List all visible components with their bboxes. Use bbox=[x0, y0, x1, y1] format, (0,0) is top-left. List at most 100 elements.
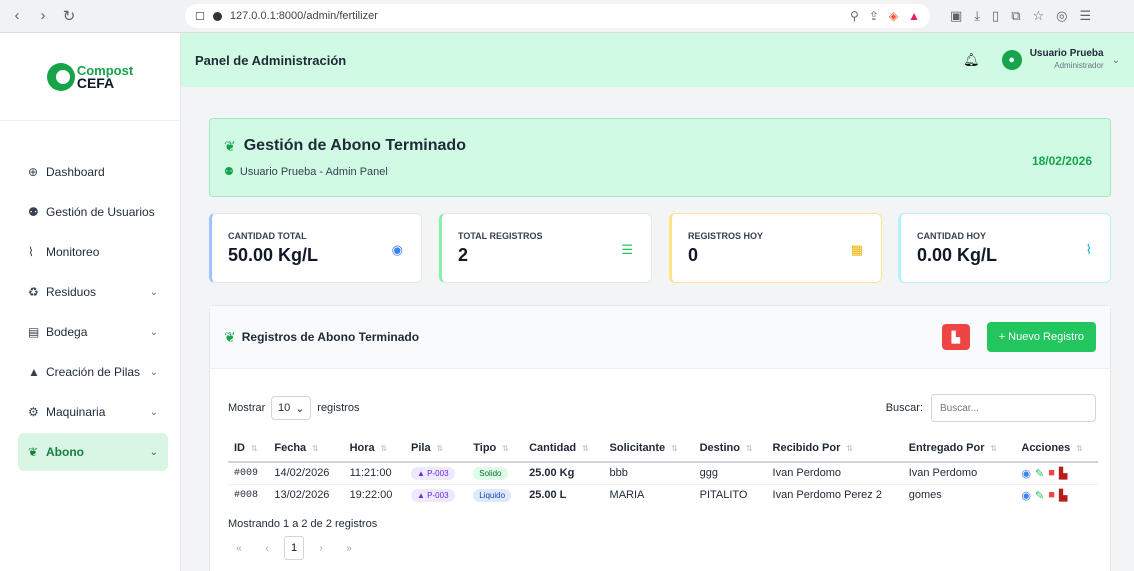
globe-icon: ⊕ bbox=[28, 165, 39, 179]
col-id[interactable]: ID ⇅ bbox=[228, 434, 269, 463]
logo-icon bbox=[46, 62, 75, 91]
chevron-down-icon: ⌄ bbox=[149, 286, 158, 298]
trash-icon[interactable]: ■ bbox=[1048, 467, 1055, 480]
chevron-down-icon[interactable]: ⌄ bbox=[1112, 55, 1120, 66]
stat-label: CANTIDAD HOY bbox=[917, 231, 986, 241]
gears-icon: ⚙ bbox=[28, 405, 39, 419]
file-pdf-icon[interactable]: ▙ bbox=[1059, 489, 1067, 502]
table-info: Mostrando 1 a 2 de 2 registros bbox=[228, 518, 378, 530]
sidebar-item-warehouse[interactable]: ▤ Bodega ⌄ bbox=[18, 313, 168, 351]
extensions-icon[interactable]: ▣ bbox=[950, 8, 962, 24]
screenshot-icon[interactable]: ⧉ bbox=[1011, 8, 1020, 24]
warehouse-icon: ▤ bbox=[28, 325, 40, 339]
url-text[interactable]: 127.0.0.1:8000/admin/fertilizer bbox=[230, 10, 842, 22]
page-size-select[interactable]: 10 ⌄ bbox=[271, 396, 312, 420]
sidebar-item-monitoring[interactable]: ⌇ Monitoreo bbox=[18, 233, 168, 271]
cell-id: #008 bbox=[234, 489, 259, 501]
back-icon[interactable]: ‹ bbox=[10, 7, 24, 25]
stat-value: 50.00 Kg/L bbox=[228, 245, 319, 265]
user-name: Usuario Prueba bbox=[1029, 48, 1104, 59]
first-page-icon[interactable]: « bbox=[228, 543, 250, 554]
edit-icon[interactable]: ✎ bbox=[1035, 489, 1044, 502]
cell-received-by: Ivan Perdomo Perez 2 bbox=[772, 489, 882, 502]
type-badge: Liquido bbox=[473, 488, 512, 502]
next-page-icon[interactable]: › bbox=[310, 543, 332, 554]
col-actions: Acciones ⇅ bbox=[1015, 434, 1098, 463]
col-requester[interactable]: Solicitante ⇅ bbox=[603, 434, 694, 463]
sidebar-item-label: Gestión de Usuarios bbox=[46, 205, 155, 219]
table-controls: Mostrar 10 ⌄ registros Buscar: bbox=[228, 394, 1096, 422]
download-icon[interactable]: ⤓ bbox=[974, 8, 980, 24]
new-record-button[interactable]: + Nuevo Registro bbox=[986, 322, 1096, 352]
col-delivered-by[interactable]: Entregado Por ⇅ bbox=[902, 434, 1016, 463]
sidebar-item-piles[interactable]: ▲ Creación de Pilas ⌄ bbox=[18, 353, 168, 391]
user-menu[interactable]: Usuario Prueba Administrador bbox=[1030, 48, 1104, 72]
col-type[interactable]: Tipo ⇅ bbox=[467, 434, 524, 463]
stat-label: TOTAL REGISTROS bbox=[458, 231, 543, 241]
col-destination[interactable]: Destino ⇅ bbox=[693, 434, 767, 463]
chart-line-icon: ⌇ bbox=[28, 245, 34, 259]
view-icon[interactable]: ◉ bbox=[1021, 489, 1031, 502]
sidebar-item-waste[interactable]: ♻ Residuos ⌄ bbox=[18, 273, 168, 311]
wallet-icon[interactable]: ◎ bbox=[1056, 8, 1067, 24]
seedling-icon: ❦ bbox=[28, 445, 39, 459]
cell-type: Liquido bbox=[467, 484, 523, 506]
cell-quantity: 25.00 Kg bbox=[523, 462, 604, 485]
zoom-icon[interactable]: ⚲ bbox=[850, 9, 859, 23]
recycle-icon: ♻ bbox=[28, 285, 39, 299]
sidebar: Compost CEFA ⊕ Dashboard ⚉ Gestión de Us… bbox=[0, 33, 181, 571]
cell-time: 11:21:00 bbox=[343, 462, 406, 485]
sidebar-item-label: Bodega bbox=[46, 325, 88, 339]
user-gear-icon: ⚉ bbox=[224, 166, 234, 178]
col-received-by[interactable]: Recibido Por ⇅ bbox=[766, 434, 903, 463]
edit-icon[interactable]: ✎ bbox=[1035, 467, 1044, 480]
forward-icon[interactable]: › bbox=[36, 7, 50, 25]
sort-icon: ⇅ bbox=[582, 443, 589, 453]
cell-requester: MARIA bbox=[609, 489, 645, 502]
avatar[interactable]: ● bbox=[1001, 50, 1022, 70]
cell-delivered-by: gomes bbox=[908, 489, 942, 502]
list-icon: ☰ bbox=[621, 242, 633, 257]
sidebar-item-dashboard[interactable]: ⊕ Dashboard bbox=[18, 153, 168, 191]
stat-value: 0 bbox=[688, 245, 699, 265]
trash-icon[interactable]: ■ bbox=[1048, 489, 1055, 502]
brave-rewards-icon[interactable]: ▲ bbox=[908, 9, 920, 23]
view-icon[interactable]: ◉ bbox=[1021, 467, 1031, 480]
col-time[interactable]: Hora ⇅ bbox=[343, 434, 406, 463]
sidebar-item-machinery[interactable]: ⚙ Maquinaria ⌄ bbox=[18, 393, 168, 431]
chevron-down-icon: ⌄ bbox=[149, 326, 158, 338]
col-pile[interactable]: Pila ⇅ bbox=[405, 434, 468, 463]
search-input[interactable] bbox=[931, 394, 1096, 422]
sort-icon: ⇅ bbox=[1076, 443, 1083, 453]
reload-icon[interactable]: ↻ bbox=[62, 7, 76, 25]
users-icon: ⚉ bbox=[28, 205, 39, 219]
file-pdf-icon[interactable]: ▙ bbox=[1059, 467, 1067, 480]
chevron-down-icon: ⌄ bbox=[149, 406, 158, 418]
share-icon[interactable]: ⇪ bbox=[869, 9, 879, 23]
col-date[interactable]: Fecha ⇅ bbox=[268, 434, 344, 463]
export-pdf-button[interactable]: ▙ bbox=[941, 324, 970, 350]
seedling-icon: ❦ bbox=[224, 328, 236, 345]
stat-card-records-today: REGISTROS HOY 0 ▦ bbox=[669, 213, 882, 283]
sidebar-toggle-icon[interactable]: ▯ bbox=[992, 8, 999, 24]
page-button-current[interactable]: 1 bbox=[284, 536, 304, 560]
favorites-icon[interactable]: ☆ bbox=[1033, 8, 1045, 24]
cell-actions: ◉ ✎ ■ ▙ bbox=[1015, 484, 1098, 506]
logo[interactable]: Compost CEFA bbox=[0, 33, 180, 121]
cell-id: #009 bbox=[228, 462, 269, 485]
sidebar-item-users[interactable]: ⚉ Gestión de Usuarios bbox=[18, 193, 168, 231]
main-content: ❦ Gestión de Abono Terminado ⚉ Usuario P… bbox=[181, 87, 1134, 571]
col-quantity[interactable]: Cantidad ⇅ bbox=[523, 434, 604, 463]
bell-icon[interactable]: 🔔︎ bbox=[963, 52, 980, 68]
bookmark-icon[interactable]: ☐ bbox=[195, 10, 205, 23]
brave-shield-icon[interactable]: ◈ bbox=[889, 9, 898, 23]
address-bar[interactable]: ☐ 127.0.0.1:8000/admin/fertilizer ⚲ ⇪ ◈ … bbox=[185, 4, 930, 28]
menu-icon[interactable]: ☰ bbox=[1080, 8, 1092, 24]
site-info-icon[interactable] bbox=[212, 11, 222, 21]
last-page-icon[interactable]: » bbox=[338, 543, 360, 554]
prev-page-icon[interactable]: ‹ bbox=[256, 543, 278, 554]
sidebar-item-fertilizer[interactable]: ❦ Abono ⌄ bbox=[18, 433, 168, 471]
sidebar-item-label: Monitoreo bbox=[46, 245, 100, 259]
stat-value: 2 bbox=[458, 245, 469, 265]
cell-destination: ggg bbox=[693, 462, 767, 485]
